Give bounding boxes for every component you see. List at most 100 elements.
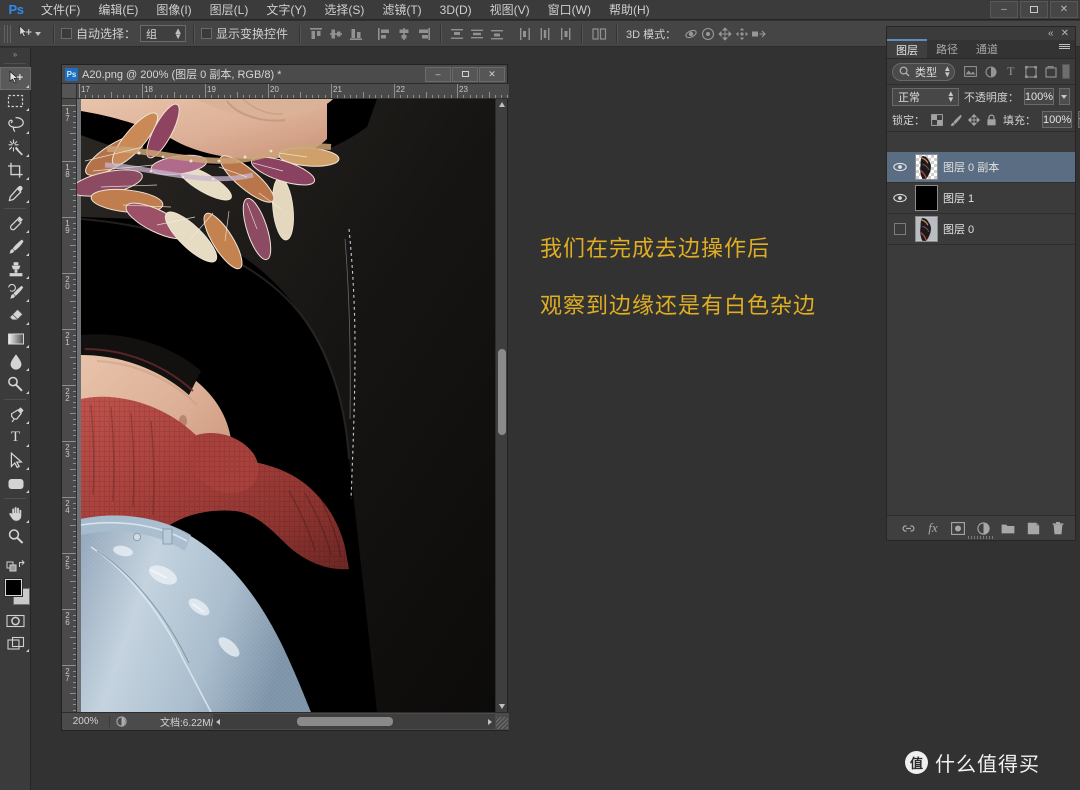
opacity-slider-toggle[interactable] [1058, 88, 1070, 105]
layer-style-fx-icon[interactable]: fx [925, 520, 941, 536]
show-transform-controls-checkbox[interactable] [201, 28, 213, 39]
menu-type[interactable]: 文字(Y) [257, 0, 315, 20]
distribute-left-edges-icon[interactable] [516, 25, 534, 43]
panel-menu-icon[interactable] [1059, 44, 1070, 49]
pen-tool[interactable] [0, 403, 31, 426]
scroll-down-arrow-icon[interactable] [499, 704, 505, 709]
clone-stamp-tool[interactable] [0, 258, 31, 281]
healing-brush-tool[interactable] [0, 212, 31, 235]
lock-image-pixels-icon[interactable] [949, 113, 962, 127]
blur-tool[interactable] [0, 350, 31, 373]
distribute-right-edges-icon[interactable] [556, 25, 574, 43]
auto-align-layers-icon[interactable] [589, 25, 609, 43]
history-brush-tool[interactable] [0, 281, 31, 304]
rectangular-marquee-tool[interactable] [0, 90, 31, 113]
align-vertical-centers-icon[interactable] [327, 25, 345, 43]
scroll-up-arrow-icon[interactable] [499, 102, 505, 107]
auto-select-scope-dropdown[interactable]: 组 ▲ ▼ [140, 25, 187, 42]
menu-3d[interactable]: 3D(D) [431, 0, 481, 20]
distribute-top-edges-icon[interactable] [448, 25, 466, 43]
hand-tool[interactable] [0, 502, 31, 525]
layer-thumbnail[interactable] [915, 154, 938, 180]
brush-tool[interactable] [0, 235, 31, 258]
scroll-left-arrow-icon[interactable] [216, 719, 220, 725]
new-group-icon[interactable] [1000, 520, 1016, 536]
lasso-tool[interactable] [0, 113, 31, 136]
3d-roll-icon[interactable] [699, 25, 716, 42]
type-tool[interactable]: T [0, 426, 31, 449]
path-selection-tool[interactable] [0, 449, 31, 472]
layer-visibility-toggle[interactable] [890, 214, 910, 245]
layer-thumbnail[interactable] [915, 185, 938, 211]
move-tool[interactable] [0, 67, 31, 90]
opacity-value[interactable]: 100% [1023, 88, 1054, 105]
menu-view[interactable]: 视图(V) [481, 0, 539, 20]
menu-image[interactable]: 图像(I) [147, 0, 200, 20]
document-minimize-button[interactable]: – [425, 66, 451, 82]
document-info-icon[interactable] [110, 716, 132, 727]
3d-orbit-icon[interactable] [682, 25, 699, 42]
vertical-scroll-thumb[interactable] [498, 349, 506, 435]
toolbox-collapse-icon[interactable]: » [0, 48, 30, 60]
align-left-edges-icon[interactable] [375, 25, 393, 43]
align-top-edges-icon[interactable] [307, 25, 325, 43]
3d-pan-icon[interactable] [716, 25, 733, 42]
layer-list[interactable]: 图层 0 副本 图层 1 图层 0 [887, 152, 1075, 515]
close-button[interactable]: ✕ [1050, 1, 1078, 18]
filter-adjustment-icon[interactable] [983, 64, 998, 79]
canvas-horizontal-scrollbar[interactable] [213, 714, 495, 729]
fill-value[interactable]: 100% [1042, 111, 1073, 128]
new-adjustment-layer-icon[interactable] [975, 520, 991, 536]
vertical-ruler[interactable]: 17 18 19 20 21 22 23 24 25 26 27 [62, 99, 77, 712]
menu-window[interactable]: 窗口(W) [539, 0, 600, 20]
menu-help[interactable]: 帮助(H) [600, 0, 659, 20]
table-row[interactable]: 图层 0 [887, 214, 1075, 245]
layer-name[interactable]: 图层 1 [943, 190, 974, 206]
layer-name[interactable]: 图层 0 [943, 221, 974, 237]
document-maximize-button[interactable] [452, 66, 478, 82]
menu-select[interactable]: 选择(S) [315, 0, 373, 20]
magic-wand-tool[interactable] [0, 136, 31, 159]
filter-shape-icon[interactable] [1023, 64, 1038, 79]
filter-type-icon[interactable]: T [1003, 64, 1018, 79]
tab-paths[interactable]: 路径 [927, 39, 967, 58]
menu-edit[interactable]: 编辑(E) [89, 0, 147, 20]
blend-mode-dropdown[interactable]: 正常 ▲ ▼ [892, 87, 959, 106]
3d-slide-icon[interactable] [733, 25, 750, 42]
menu-layer[interactable]: 图层(L) [201, 0, 258, 20]
screen-mode-icon[interactable] [0, 632, 31, 654]
distribute-horizontal-centers-icon[interactable] [536, 25, 554, 43]
foreground-color-swatch[interactable] [5, 579, 22, 596]
document-close-button[interactable]: ✕ [479, 66, 505, 82]
lock-all-icon[interactable] [986, 113, 997, 127]
zoom-level-field[interactable]: 200% [62, 716, 110, 727]
maximize-button[interactable] [1020, 1, 1048, 18]
filter-enable-toggle[interactable] [1062, 64, 1070, 79]
filter-pixel-icon[interactable] [963, 64, 978, 79]
minimize-button[interactable]: – [990, 1, 1018, 18]
lock-transparent-pixels-icon[interactable] [931, 113, 943, 127]
dodge-tool[interactable] [0, 373, 31, 396]
layer-visibility-toggle[interactable] [890, 152, 910, 183]
align-right-edges-icon[interactable] [415, 25, 433, 43]
delete-layer-icon[interactable] [1050, 520, 1066, 536]
layer-name[interactable]: 图层 0 副本 [943, 159, 999, 175]
document-title-bar[interactable]: Ps A20.png @ 200% (图层 0 副本, RGB/8) * – ✕ [62, 65, 507, 84]
zoom-tool[interactable] [0, 525, 31, 548]
gradient-tool[interactable] [0, 327, 31, 350]
rounded-rectangle-tool[interactable] [0, 472, 31, 495]
quick-mask-mode-icon[interactable] [0, 610, 31, 632]
eyedropper-tool[interactable] [0, 182, 31, 205]
collapse-panel-icon[interactable]: « [1048, 28, 1054, 39]
resize-grip[interactable] [496, 717, 508, 729]
eraser-tool[interactable] [0, 304, 31, 327]
3d-scale-icon[interactable] [750, 25, 767, 42]
options-bar-grip[interactable] [4, 24, 11, 43]
distribute-vertical-centers-icon[interactable] [468, 25, 486, 43]
crop-tool[interactable] [0, 159, 31, 182]
horizontal-ruler[interactable]: 17 18 19 20 21 22 23 [77, 84, 509, 99]
menu-filter[interactable]: 滤镜(T) [373, 0, 430, 20]
tool-preset-picker[interactable] [15, 24, 46, 43]
layer-visibility-toggle[interactable] [890, 183, 910, 214]
lock-position-icon[interactable] [968, 113, 980, 127]
